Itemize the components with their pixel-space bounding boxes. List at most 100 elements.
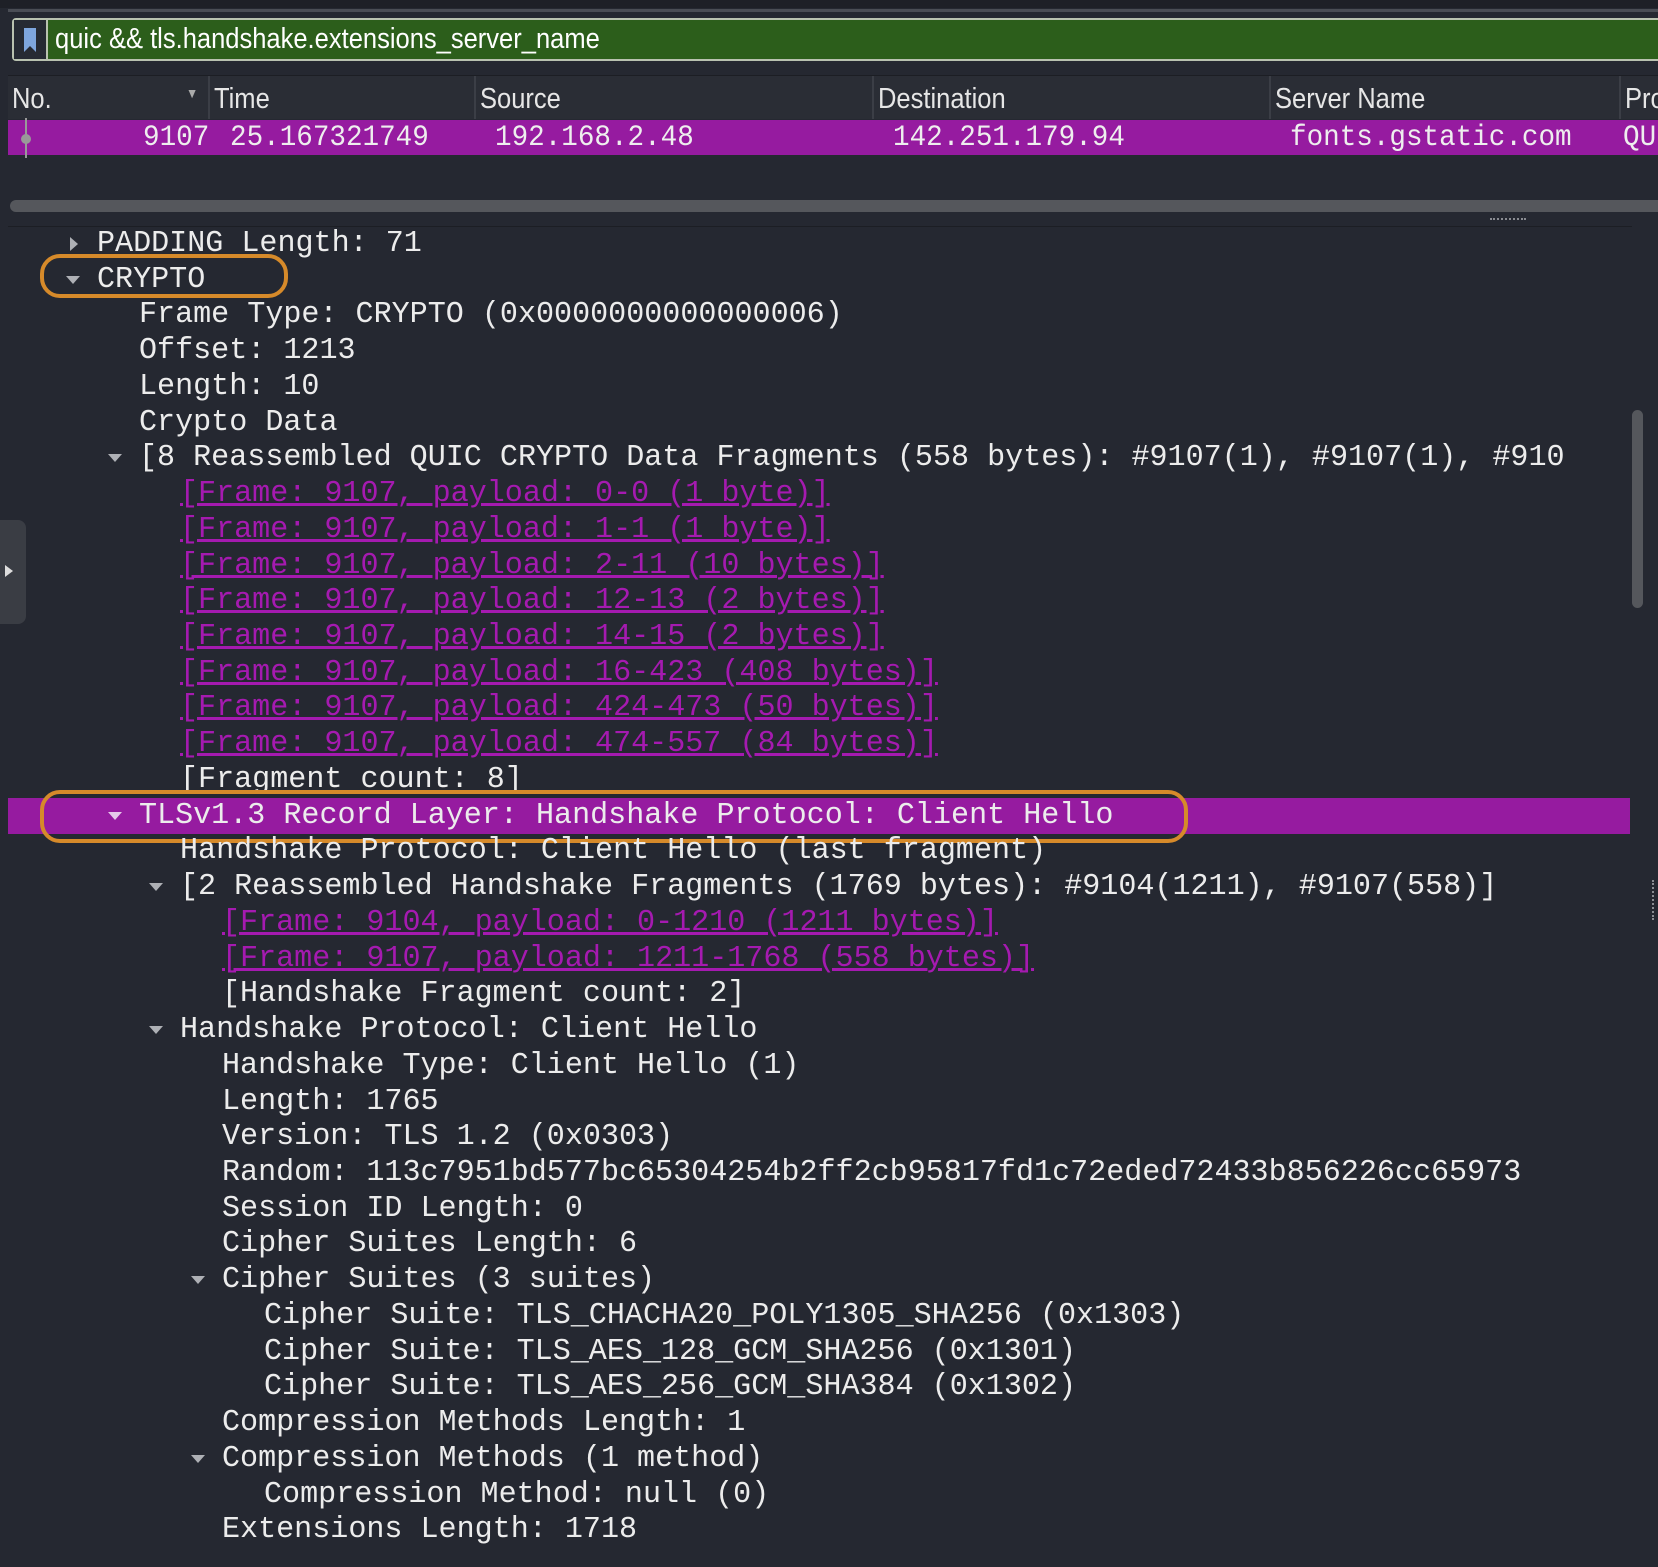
- tree-item[interactable]: Compression Methods (1 method): [8, 1441, 1630, 1477]
- tree-item-label: Extensions Length: 1718: [222, 1512, 638, 1548]
- tree-item-label: [Frame: 9107, payload: 424-473 (50 bytes…: [180, 690, 939, 726]
- tree-item-label: Cipher Suites (3 suites): [222, 1262, 656, 1298]
- tree-item-label: Cipher Suite: TLS_AES_128_GCM_SHA256 (0x…: [263, 1333, 1076, 1369]
- tree-item-label: Compression Methods Length: 1: [222, 1405, 746, 1441]
- tree-item[interactable]: Crypto Data: [8, 405, 1630, 441]
- tree-item-frame-link[interactable]: [Frame: 9107, payload: 474-557 (84 bytes…: [8, 726, 1630, 762]
- packet-row[interactable]: 9107 25.167321749 192.168.2.48 142.251.1…: [8, 118, 1658, 158]
- tree-item[interactable]: Cipher Suite: TLS_AES_256_GCM_SHA384 (0x…: [8, 1369, 1630, 1405]
- tree-item-frame-link[interactable]: [Frame: 9107, payload: 1-1 (1 byte)]: [8, 512, 1630, 548]
- tree-item[interactable]: Length: 10: [8, 369, 1630, 405]
- side-splitter-handle[interactable]: [1652, 880, 1658, 920]
- tree-item-label: Version: TLS 1.2 (0x0303): [222, 1119, 674, 1155]
- tree-item[interactable]: PADDING Length: 71: [8, 226, 1630, 262]
- expand-sidebar-handle[interactable]: [0, 520, 26, 624]
- tree-item[interactable]: Session ID Length: 0: [8, 1191, 1630, 1227]
- tree-item-label: [8 Reassembled QUIC CRYPTO Data Fragment…: [138, 440, 1565, 476]
- pane-splitter-handle[interactable]: [1490, 218, 1526, 224]
- tree-item[interactable]: [2 Reassembled Handshake Fragments (1769…: [8, 869, 1630, 905]
- tree-item-frame-link[interactable]: [Frame: 9107, payload: 16-423 (408 bytes…: [8, 655, 1630, 691]
- column-label: Server Name: [1275, 83, 1426, 115]
- column-header-protocol[interactable]: Pro: [1621, 76, 1658, 119]
- tree-item-label: [Frame: 9104, payload: 0-1210 (1211 byte…: [222, 904, 999, 940]
- tree-item[interactable]: Cipher Suite: TLS_CHACHA20_POLY1305_SHA2…: [8, 1298, 1630, 1334]
- conversation-marker-icon: [21, 118, 31, 158]
- tree-item[interactable]: Compression Method: null (0): [8, 1477, 1630, 1513]
- expanded-arrow-icon[interactable]: [147, 869, 167, 905]
- tree-item[interactable]: Frame Type: CRYPTO (0x0000000000000006): [8, 297, 1630, 333]
- tree-item-label: Cipher Suite: TLS_AES_256_GCM_SHA384 (0x…: [263, 1369, 1076, 1405]
- tree-item[interactable]: Random: 113c7951bd577bc65304254b2ff2cb95…: [8, 1155, 1630, 1191]
- packet-source: 192.168.2.48: [495, 121, 694, 155]
- expanded-arrow-icon[interactable]: [147, 1012, 167, 1048]
- tree-item-label: [Frame: 9107, payload: 14-15 (2 bytes)]: [180, 619, 885, 655]
- tree-item[interactable]: Handshake Type: Client Hello (1): [8, 1048, 1630, 1084]
- column-label: No.: [12, 83, 52, 115]
- tree-item-frame-link[interactable]: [Frame: 9107, payload: 2-11 (10 bytes)]: [8, 548, 1630, 584]
- expanded-arrow-icon[interactable]: [106, 440, 126, 476]
- expanded-arrow-icon[interactable]: [106, 798, 126, 834]
- packet-list-header: No. ▼ Time Source Destination Server Name…: [8, 75, 1658, 119]
- column-label: Source: [480, 83, 561, 115]
- column-header-destination[interactable]: Destination: [874, 76, 1271, 119]
- tree-item-frame-link[interactable]: [Frame: 9107, payload: 0-0 (1 byte)]: [8, 476, 1630, 512]
- tree-item[interactable]: Cipher Suite: TLS_AES_128_GCM_SHA256 (0x…: [8, 1334, 1630, 1370]
- tree-item-label: Cipher Suite: TLS_CHACHA20_POLY1305_SHA2…: [263, 1297, 1185, 1333]
- tree-item[interactable]: [Handshake Fragment count: 2]: [8, 976, 1630, 1012]
- tree-item[interactable]: Handshake Protocol: Client Hello (last f…: [8, 833, 1630, 869]
- tree-item-selected[interactable]: TLSv1.3 Record Layer: Handshake Protocol…: [8, 797, 1630, 834]
- tree-item-label: Length: 10: [138, 368, 320, 404]
- tree-item-label: Cipher Suites Length: 6: [222, 1226, 638, 1262]
- tree-item[interactable]: Length: 1765: [8, 1084, 1630, 1120]
- tree-item-label: Handshake Protocol: Client Hello (last f…: [180, 833, 1047, 869]
- bookmark-icon[interactable]: [14, 20, 48, 59]
- tree-item[interactable]: Cipher Suites (3 suites): [8, 1262, 1630, 1298]
- tree-item-label: [Handshake Fragment count: 2]: [222, 976, 746, 1012]
- window-top-edge: [0, 0, 1658, 8]
- tree-item-frame-link[interactable]: [Frame: 9107, payload: 424-473 (50 bytes…: [8, 690, 1630, 726]
- tree-item[interactable]: Version: TLS 1.2 (0x0303): [8, 1119, 1630, 1155]
- tree-item-label: [Frame: 9107, payload: 12-13 (2 bytes)]: [180, 583, 885, 619]
- column-header-source[interactable]: Source: [476, 76, 874, 119]
- tree-item[interactable]: Cipher Suites Length: 6: [8, 1226, 1630, 1262]
- column-header-no[interactable]: No. ▼: [8, 76, 210, 119]
- tree-item-label: Handshake Type: Client Hello (1): [222, 1047, 800, 1083]
- tree-item-label: [Frame: 9107, payload: 1211-1768 (558 by…: [222, 940, 1035, 976]
- expanded-arrow-icon[interactable]: [64, 262, 84, 298]
- tree-item-frame-link[interactable]: [Frame: 9107, payload: 14-15 (2 bytes)]: [8, 619, 1630, 655]
- packet-details-tree: PADDING Length: 71 CRYPTO Frame Type: CRYP…: [8, 226, 1632, 1567]
- column-label: Time: [214, 83, 270, 115]
- display-filter-bar[interactable]: quic && tls.handshake.extensions_server_…: [12, 18, 1658, 61]
- packet-no: 9107: [143, 121, 210, 155]
- tree-item-label: [Frame: 9107, payload: 0-0 (1 byte)]: [180, 476, 831, 512]
- column-label: Destination: [878, 83, 1006, 115]
- toolbar-divider: [8, 9, 1658, 12]
- packet-destination: 142.251.179.94: [893, 121, 1125, 155]
- collapsed-arrow-icon[interactable]: [64, 226, 84, 262]
- tree-item[interactable]: [Fragment count: 8]: [8, 762, 1630, 798]
- tree-item[interactable]: [8 Reassembled QUIC CRYPTO Data Fragment…: [8, 440, 1630, 476]
- tree-item[interactable]: Extensions Length: 1718: [8, 1512, 1630, 1548]
- tree-item-label: [Frame: 9107, payload: 16-423 (408 bytes…: [180, 654, 939, 690]
- tree-item-label: Crypto Data: [138, 404, 338, 440]
- display-filter-input[interactable]: quic && tls.handshake.extensions_server_…: [48, 23, 600, 56]
- tree-item[interactable]: CRYPTO: [8, 262, 1630, 298]
- column-header-time[interactable]: Time: [210, 76, 476, 119]
- expanded-arrow-icon[interactable]: [189, 1262, 209, 1298]
- tree-item-frame-link[interactable]: [Frame: 9107, payload: 12-13 (2 bytes)]: [8, 583, 1630, 619]
- tree-item-frame-link[interactable]: [Frame: 9104, payload: 0-1210 (1211 byte…: [8, 905, 1630, 941]
- packet-list-horizontal-scrollbar[interactable]: [10, 200, 1658, 212]
- packet-server-name: fonts.gstatic.com: [1290, 121, 1572, 155]
- packet-time: 25.167321749: [230, 121, 429, 155]
- sort-descending-icon: ▼: [186, 85, 199, 101]
- tree-item-label: Random: 113c7951bd577bc65304254b2ff2cb95…: [222, 1154, 1522, 1190]
- tree-item[interactable]: Offset: 1213: [8, 333, 1630, 369]
- tree-item-frame-link[interactable]: [Frame: 9107, payload: 1211-1768 (558 by…: [8, 941, 1630, 977]
- tree-item[interactable]: Handshake Protocol: Client Hello: [8, 1012, 1630, 1048]
- expanded-arrow-icon[interactable]: [189, 1441, 209, 1477]
- column-header-server-name[interactable]: Server Name: [1271, 76, 1621, 119]
- packet-protocol: QU: [1623, 121, 1657, 155]
- details-vertical-scrollbar[interactable]: [1632, 410, 1643, 608]
- tree-item-label: TLSv1.3 Record Layer: Handshake Protocol…: [138, 797, 1114, 833]
- tree-item[interactable]: Compression Methods Length: 1: [8, 1405, 1630, 1441]
